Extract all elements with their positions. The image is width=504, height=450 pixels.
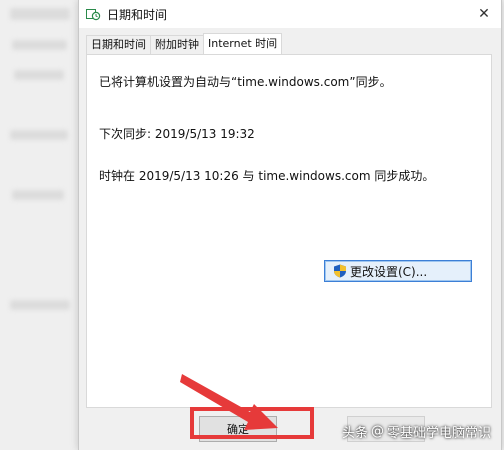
change-settings-button[interactable]: 更改设置(C)... (324, 260, 472, 282)
last-sync-result: 时钟在 2019/5/13 10:26 与 time.windows.com 同… (99, 169, 435, 183)
window-title: 日期和时间 (107, 7, 168, 22)
date-time-dialog: 日期和时间 ✕ 日期和时间 附加时钟 Internet 时间 已将计算机设置为自… (78, 0, 502, 450)
background-blur (12, 190, 64, 200)
watermark-separator: @ (371, 424, 385, 439)
background-blur (14, 70, 64, 80)
watermark: 头条 @ 零基础学电脑常识 (342, 422, 491, 441)
watermark-source: 头条 (342, 426, 369, 441)
uac-shield-icon (333, 264, 347, 278)
watermark-author: 零基础学电脑常识 (387, 426, 492, 441)
background-blur (10, 8, 70, 20)
tab-additional-clocks[interactable]: 附加时钟 (150, 35, 204, 54)
background-blur (12, 40, 67, 50)
tab-date-time[interactable]: 日期和时间 (86, 35, 151, 54)
background-blur (10, 130, 68, 140)
next-sync-text: 下次同步: 2019/5/13 19:32 (99, 127, 255, 141)
title-bar: 日期和时间 ✕ (79, 0, 501, 28)
sync-message: 已将计算机设置为自动与“time.windows.com”同步。 (99, 75, 392, 89)
ok-button[interactable]: 确定 (199, 416, 277, 442)
datetime-app-icon (85, 6, 101, 22)
background-blur (10, 300, 70, 310)
internet-time-panel: 已将计算机设置为自动与“time.windows.com”同步。 下次同步: 2… (86, 54, 492, 408)
close-button[interactable]: ✕ (473, 4, 495, 24)
tab-strip: 日期和时间 附加时钟 Internet 时间 (86, 33, 283, 54)
change-settings-label: 更改设置(C)... (350, 264, 428, 279)
tab-internet-time[interactable]: Internet 时间 (203, 33, 283, 54)
